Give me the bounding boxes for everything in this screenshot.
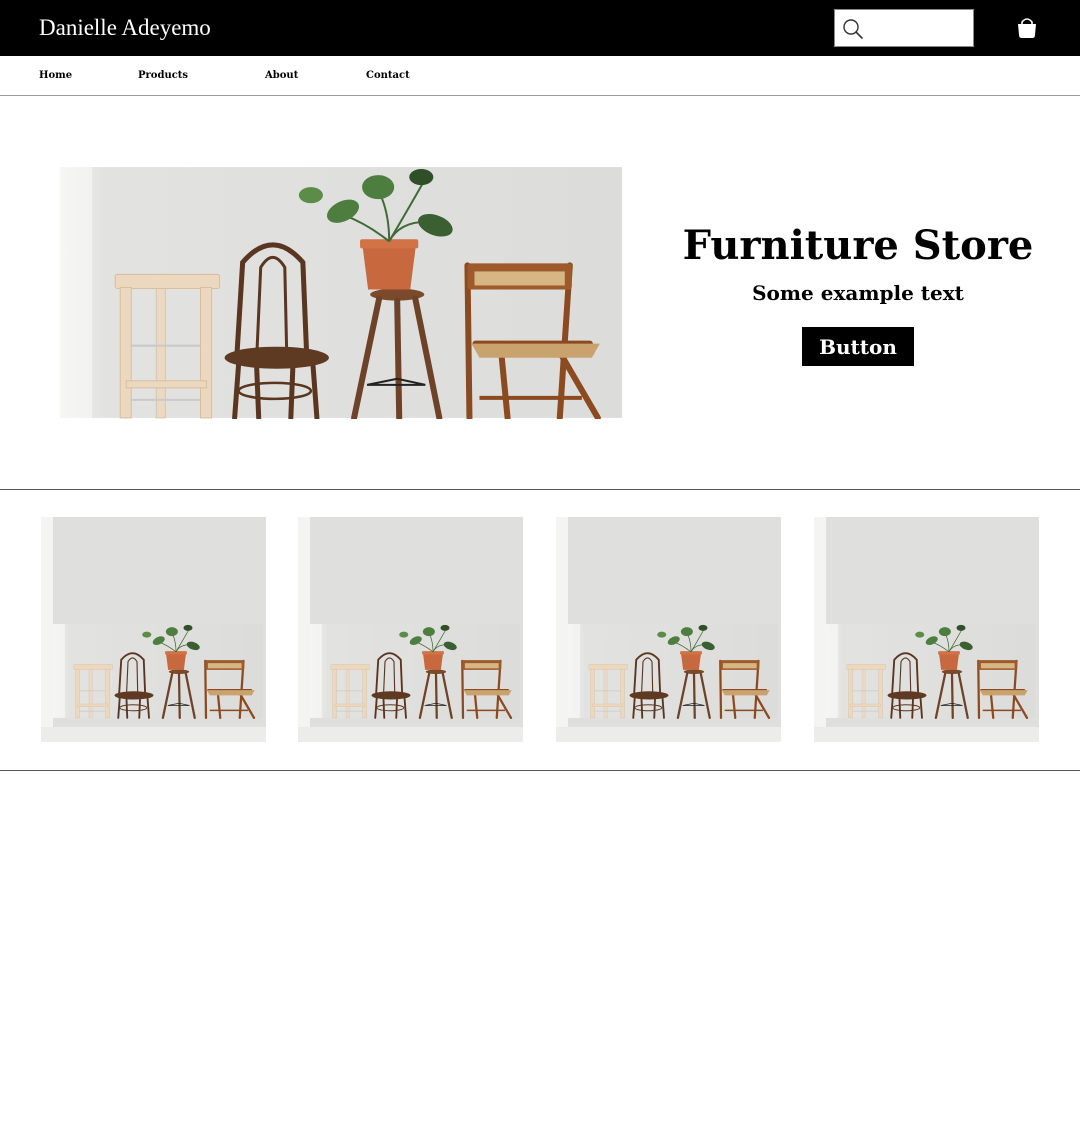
chairs-photo: [814, 517, 1039, 742]
nav-item-about[interactable]: About: [265, 69, 298, 83]
hero-image: [60, 166, 622, 419]
brand-name[interactable]: Danielle Adeyemo: [39, 14, 211, 42]
hero-title: Furniture Store: [682, 222, 1034, 269]
search-box[interactable]: [834, 9, 974, 47]
product-image[interactable]: [556, 517, 781, 742]
nav-item-home[interactable]: Home: [39, 69, 72, 83]
search-input[interactable]: [871, 14, 971, 44]
nav-item-products[interactable]: Products: [138, 69, 188, 83]
shopping-bag-icon[interactable]: [1016, 17, 1038, 39]
chairs-photo: [556, 517, 781, 742]
product-image[interactable]: [41, 517, 266, 742]
product-image[interactable]: [814, 517, 1039, 742]
search-icon[interactable]: [842, 18, 864, 40]
chairs-photo: [60, 166, 622, 419]
section-divider-top: [0, 489, 1080, 490]
top-bar: Danielle Adeyemo: [0, 0, 1080, 56]
hero-button[interactable]: Button: [802, 327, 914, 366]
nav-item-contact[interactable]: Contact: [366, 69, 410, 83]
product-image[interactable]: [298, 517, 523, 742]
chairs-photo: [41, 517, 266, 742]
chairs-photo: [298, 517, 523, 742]
hero-subtitle: Some example text: [752, 281, 964, 305]
section-divider-bottom: [0, 770, 1080, 771]
main-nav: Home Products About Contact: [0, 56, 1080, 96]
